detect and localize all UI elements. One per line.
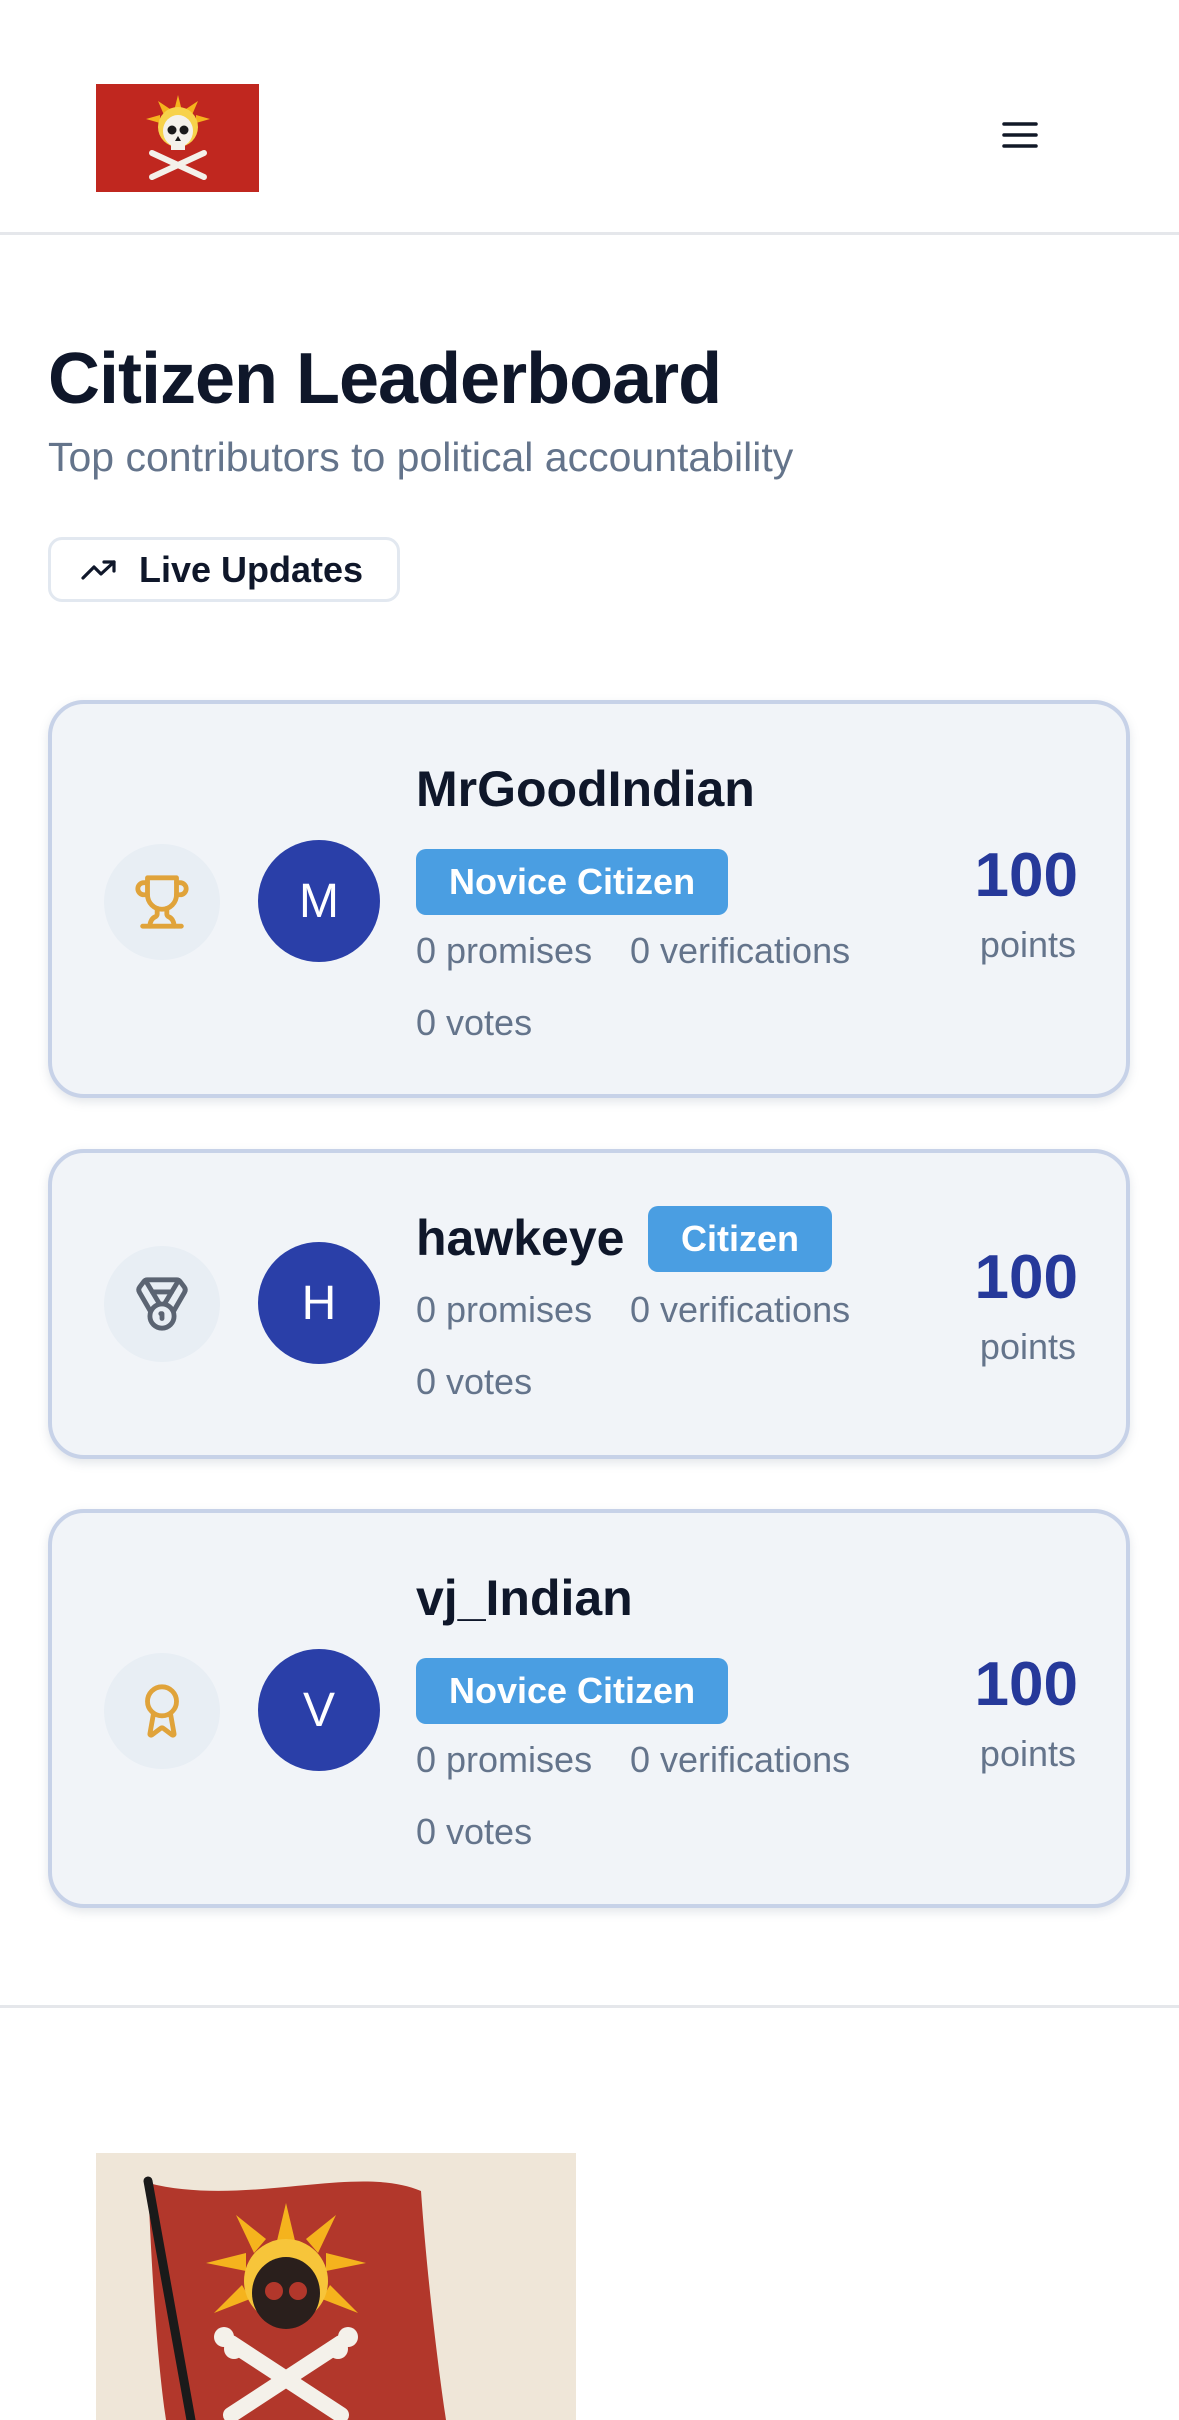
avatar: V — [258, 1649, 380, 1771]
page-title: Citizen Leaderboard — [48, 339, 722, 419]
votes-count: 0 votes — [416, 1002, 533, 1043]
leaderboard-card[interactable]: M MrGoodIndian Novice Citizen 0 promises… — [48, 700, 1130, 1098]
points-value: 100 — [974, 841, 1078, 910]
points-value: 100 — [974, 1650, 1078, 1719]
promises-count: 0 promises — [416, 1739, 593, 1780]
promises-count: 0 promises — [416, 1289, 593, 1330]
page-subtitle: Top contributors to political accountabi… — [48, 434, 794, 480]
skull-crossbones-flag-icon — [143, 2176, 446, 2420]
votes-count: 0 votes — [416, 1811, 533, 1852]
footer-divider — [0, 2005, 1179, 2008]
points-value: 100 — [974, 1243, 1078, 1312]
verifications-count: 0 verifications — [630, 1289, 851, 1330]
footer-logo[interactable] — [96, 2153, 576, 2420]
live-updates-label: Live Updates — [139, 548, 364, 590]
avatar: H — [258, 1242, 380, 1364]
site-logo[interactable] — [96, 84, 259, 192]
rank-badge — [104, 1246, 220, 1362]
points-label: points — [979, 924, 1076, 965]
trending-up-icon — [81, 559, 116, 580]
leaderboard-card[interactable]: V vj_Indian Novice Citizen 0 promises 0 … — [48, 1509, 1130, 1908]
hamburger-menu-icon — [1002, 122, 1038, 148]
username: MrGoodIndian — [416, 761, 755, 817]
award-ribbon-icon — [145, 1684, 179, 1738]
verifications-count: 0 verifications — [630, 1739, 851, 1780]
menu-button[interactable] — [990, 105, 1050, 165]
username: vj_Indian — [416, 1570, 633, 1626]
level-badge: Citizen — [648, 1206, 833, 1272]
verifications-count: 0 verifications — [630, 930, 851, 971]
leaderboard-card[interactable]: H hawkeye Citizen 0 promises 0 verificat… — [48, 1149, 1130, 1459]
avatar: M — [258, 840, 380, 962]
votes-count: 0 votes — [416, 1361, 533, 1402]
top-header — [0, 0, 1179, 235]
rank-badge — [104, 1653, 220, 1769]
medal-icon — [136, 1277, 188, 1331]
username: hawkeye — [416, 1210, 625, 1266]
level-badge: Novice Citizen — [416, 1658, 729, 1724]
rank-badge — [104, 844, 220, 960]
trophy-icon — [135, 875, 189, 929]
skull-crossbones-flag-icon — [145, 95, 210, 180]
promises-count: 0 promises — [416, 930, 593, 971]
live-updates-badge: Live Updates — [48, 537, 400, 602]
points-label: points — [979, 1326, 1076, 1367]
points-label: points — [979, 1733, 1076, 1774]
level-badge: Novice Citizen — [416, 849, 729, 915]
